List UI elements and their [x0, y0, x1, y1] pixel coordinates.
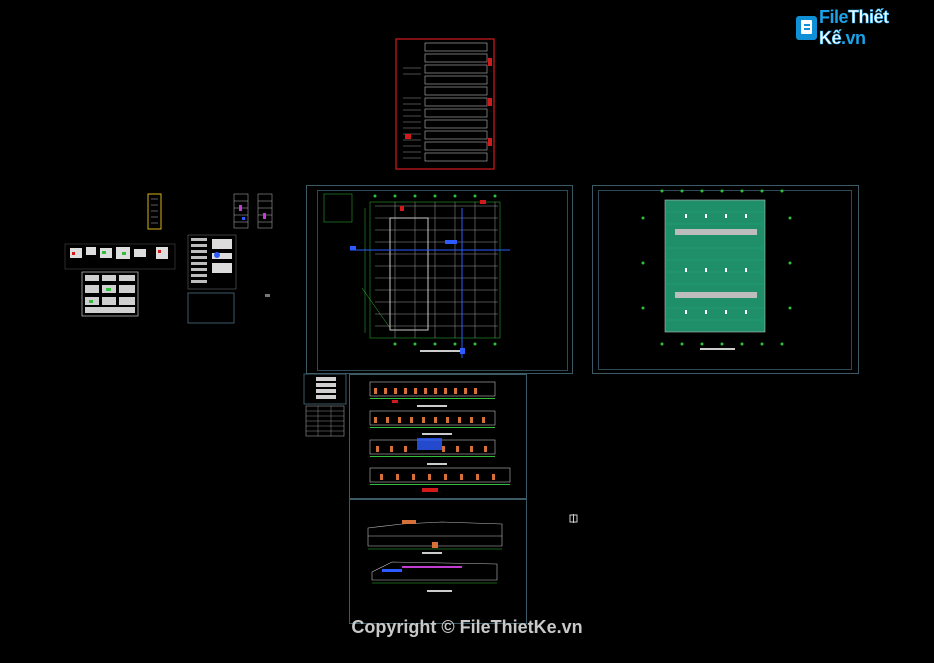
document-icon	[796, 16, 817, 40]
logo-text: FileThiết Kế.vn	[819, 7, 934, 49]
column-detail[interactable]	[146, 193, 164, 231]
crosshair-icon	[569, 514, 578, 523]
filethietke-logo: FileThiết Kế.vn	[796, 7, 934, 48]
elevations-drawing[interactable]	[362, 376, 517, 496]
logo-suffix: .vn	[841, 28, 866, 48]
schedule-sheet[interactable]	[395, 38, 495, 170]
floor-plan-drawing[interactable]	[320, 188, 520, 360]
logo-prefix: File	[818, 7, 849, 27]
detail-sheet-cluster[interactable]	[62, 243, 177, 318]
stray-object[interactable]	[265, 294, 270, 297]
stair-detail[interactable]	[232, 191, 276, 233]
cad-model-space[interactable]	[0, 0, 934, 663]
copyright-watermark: Copyright © FileThietKe.vn	[351, 617, 583, 637]
sections-drawing[interactable]	[362, 512, 512, 597]
notes-sheet[interactable]	[186, 233, 238, 325]
legend-tables[interactable]	[303, 373, 347, 437]
roof-plan-drawing[interactable]	[640, 188, 795, 353]
